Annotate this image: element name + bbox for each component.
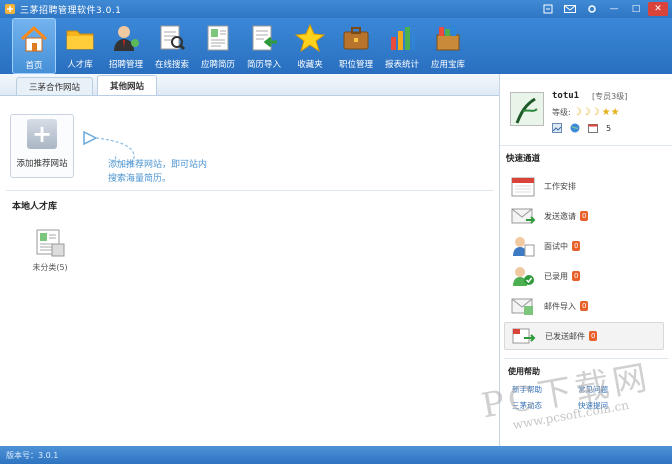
count-badge: 0 <box>589 331 598 341</box>
toolbar-favorites-button[interactable]: 收藏夹 <box>288 18 332 74</box>
version-text: 版本号：3.0.1 <box>6 450 59 460</box>
calendar-icon[interactable] <box>588 123 598 133</box>
toolbar-online-search-button[interactable]: 在线搜索 <box>150 18 194 74</box>
quick-hired[interactable]: 已录用 0 <box>504 262 664 290</box>
settings-icon[interactable] <box>582 2 602 16</box>
uncategorized-label: 未分类(5) <box>32 263 68 272</box>
moon-icon: ☽☽☽ <box>572 107 600 118</box>
star-icon: ★★ <box>601 107 620 118</box>
toolbar-applicant-resume-button[interactable]: 应聘简历 <box>196 18 240 74</box>
minimize-button[interactable]: — <box>604 2 624 16</box>
picture-icon[interactable] <box>552 123 562 133</box>
hint-line-1: 添加推荐网站，即可站内 <box>108 160 208 170</box>
toolbar-label: 简历导入 <box>246 60 281 70</box>
toolbar-label: 在线搜索 <box>154 60 189 70</box>
user-icons: 5 <box>552 123 611 133</box>
toolbar-label: 首页 <box>25 61 43 71</box>
user-name: totu1 <box>552 91 580 101</box>
toolbar-label: 收藏夹 <box>297 60 323 70</box>
hint-line-2: 搜索海量简历。 <box>108 174 172 184</box>
message-count: 5 <box>606 123 612 133</box>
search-document-icon <box>156 22 188 54</box>
plus-icon: + <box>27 119 57 149</box>
briefcase-icon <box>340 22 372 54</box>
toolbar-label: 职位管理 <box>338 60 373 70</box>
add-recommended-site-button[interactable]: + 添加推荐网站 <box>10 114 74 178</box>
quick-label: 发送邀请 <box>544 211 576 221</box>
quick-label: 已录用 <box>544 271 568 281</box>
toolbar-talent-pool-button[interactable]: 人才库 <box>58 18 102 74</box>
star-icon <box>294 22 326 54</box>
tab-partner-sites[interactable]: 三茅合作网站 <box>16 77 94 95</box>
quick-interviewing[interactable]: 面试中 0 <box>504 232 664 260</box>
toolbar-label: 应用宝库 <box>430 60 465 70</box>
recruiter-icon <box>110 22 142 54</box>
window-title: 三茅招聘管理软件3.0.1 <box>20 5 122 16</box>
site-tabs: 三茅合作网站 其他网站 <box>0 74 499 96</box>
home-icon <box>18 23 50 55</box>
toolbar-label: 招聘管理 <box>108 60 143 70</box>
level-label: 等级: <box>552 108 571 117</box>
calendar-icon <box>510 174 536 198</box>
user-card: totu1 [专员3级] 等级: ☽☽☽ ★★ 5 <box>500 74 672 146</box>
quick-label: 面试中 <box>544 241 568 251</box>
resume-folder-icon <box>36 229 65 257</box>
hint-text: 添加推荐网站，即可站内 搜索海量简历。 <box>108 158 207 186</box>
sent-mail-icon <box>511 324 537 348</box>
main-toolbar: 首页 人才库 招聘管理 在线搜索 应聘简历 简历导入 收藏夹 职位管理 报表统计… <box>0 18 672 74</box>
toolbar-position-manage-button[interactable]: 职位管理 <box>334 18 378 74</box>
quick-send-invitation[interactable]: 发送邀请 0 <box>504 202 664 230</box>
quick-mail-import[interactable]: 邮件导入 0 <box>504 292 664 320</box>
quick-label: 邮件导入 <box>544 301 576 311</box>
toolbar-report-stats-button[interactable]: 报表统计 <box>380 18 424 74</box>
tab-other-sites[interactable]: 其他网站 <box>97 75 158 95</box>
mail-send-icon <box>510 204 536 228</box>
close-button[interactable]: ✕ <box>648 2 668 16</box>
quick-label: 工作安排 <box>544 181 576 191</box>
count-badge: 0 <box>580 301 589 311</box>
add-site-label: 添加推荐网站 <box>16 159 68 169</box>
toolbar-recruit-manage-button[interactable]: 招聘管理 <box>104 18 148 74</box>
user-level: 等级: ☽☽☽ ★★ <box>552 107 620 118</box>
local-talent-title: 本地人才库 <box>12 202 58 212</box>
hired-person-icon <box>510 264 536 288</box>
folder-icon <box>64 22 96 54</box>
quick-access-title: 快速通道 <box>506 154 541 164</box>
globe-icon[interactable] <box>570 123 580 133</box>
resume-icon <box>202 22 234 54</box>
uncategorized-folder[interactable]: 未分类(5) <box>30 226 70 273</box>
count-badge: 0 <box>572 241 581 251</box>
mail-import-icon <box>510 294 536 318</box>
user-role: [专员3级] <box>592 92 628 101</box>
count-badge: 0 <box>580 211 589 221</box>
section-divider <box>6 190 494 191</box>
toolbar-label: 应聘简历 <box>200 60 235 70</box>
toolbar-home-button[interactable]: 首页 <box>12 18 56 74</box>
toolbar-resume-import-button[interactable]: 简历导入 <box>242 18 286 74</box>
avatar[interactable] <box>510 92 544 126</box>
interview-icon <box>510 234 536 258</box>
app-logo-icon <box>5 4 15 14</box>
quick-work-schedule[interactable]: 工作安排 <box>504 172 664 200</box>
count-badge: 0 <box>572 271 581 281</box>
toolbar-app-store-button[interactable]: 应用宝库 <box>426 18 470 74</box>
skin-icon[interactable] <box>538 2 558 16</box>
title-bar: 三茅招聘管理软件3.0.1 — □ ✕ <box>0 0 672 18</box>
quick-sent-mail[interactable]: 已发送邮件 0 <box>504 322 664 350</box>
toolbar-label: 报表统计 <box>384 60 419 70</box>
feedback-icon[interactable] <box>560 2 580 16</box>
bar-chart-icon <box>386 22 418 54</box>
app-store-icon <box>432 22 464 54</box>
import-icon <box>248 22 280 54</box>
status-bar: 版本号：3.0.1 <box>0 446 672 464</box>
quick-label: 已发送邮件 <box>545 331 585 341</box>
toolbar-label: 人才库 <box>67 60 93 70</box>
maximize-button[interactable]: □ <box>626 2 646 16</box>
